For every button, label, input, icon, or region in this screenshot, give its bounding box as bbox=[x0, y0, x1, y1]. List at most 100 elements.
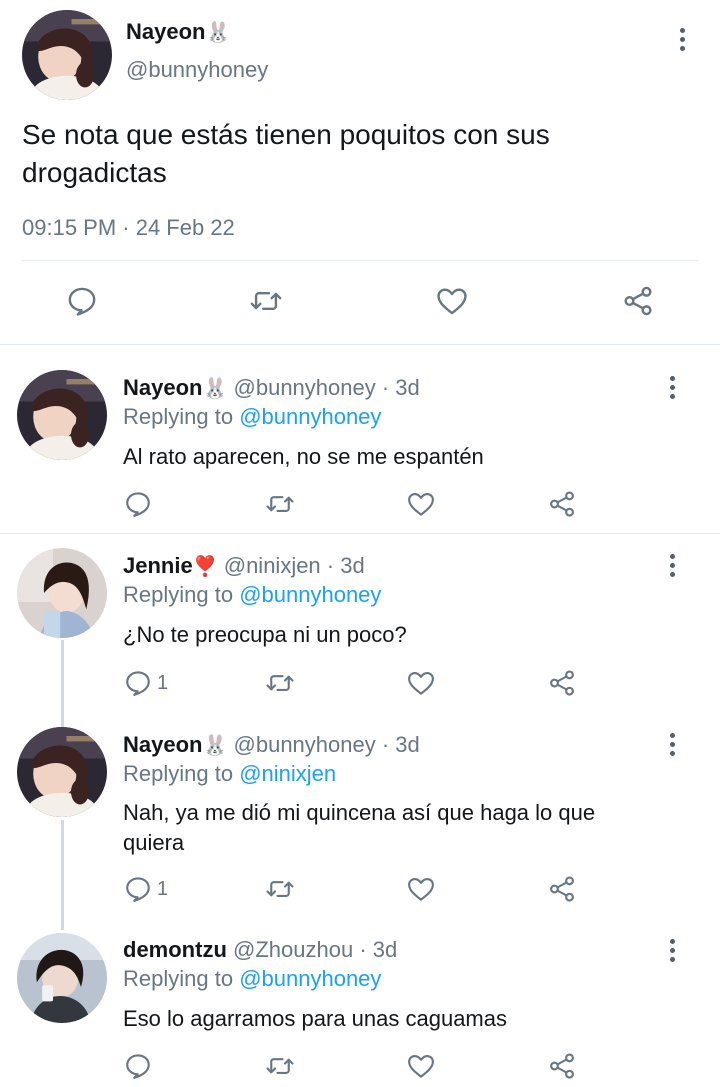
share-icon bbox=[547, 668, 577, 698]
avatar[interactable] bbox=[17, 548, 107, 638]
replying-to-link[interactable]: @ninixjen bbox=[239, 761, 336, 786]
avatar[interactable] bbox=[17, 933, 107, 1023]
author-handle[interactable]: @bunnyhoney bbox=[234, 375, 376, 400]
retweet-icon bbox=[265, 1051, 295, 1081]
bunny-emoji-icon: 🐰 bbox=[202, 733, 228, 757]
author-name[interactable]: Nayeon bbox=[123, 375, 202, 400]
retweet-button[interactable] bbox=[265, 874, 295, 904]
replying-to: Replying to @ninixjen bbox=[123, 759, 336, 789]
author-handle[interactable]: @bunnyhoney bbox=[126, 55, 268, 85]
like-button[interactable] bbox=[406, 874, 436, 904]
reply-count: 1 bbox=[157, 671, 169, 694]
replying-to: Replying to @bunnyhoney bbox=[123, 402, 381, 432]
replying-to: Replying to @bunnyhoney bbox=[123, 964, 381, 994]
replying-prefix: Replying to bbox=[123, 404, 234, 429]
author-handle[interactable]: @Zhouzhou bbox=[233, 937, 353, 962]
bunny-emoji-icon: 🐰 bbox=[202, 376, 228, 400]
tweet-timestamp: 09:15 PM · 24 Feb 22 bbox=[22, 215, 235, 240]
reply-age: · 3d bbox=[326, 553, 365, 578]
author-name[interactable]: Nayeon bbox=[123, 732, 202, 757]
tweet-text-line: Se nota que estás tienen poquitos con su… bbox=[22, 119, 550, 150]
replying-to-link[interactable]: @bunnyhoney bbox=[239, 582, 381, 607]
replying-to: Replying to @bunnyhoney bbox=[123, 580, 381, 610]
reply-age: · 3d bbox=[381, 375, 420, 400]
tweet-text-line: drogadictas bbox=[22, 157, 167, 188]
reply-button[interactable] bbox=[123, 1051, 157, 1081]
more-options-icon[interactable] bbox=[661, 373, 685, 403]
replying-prefix: Replying to bbox=[123, 582, 234, 607]
retweet-button[interactable] bbox=[265, 1051, 295, 1081]
replying-to-link[interactable]: @bunnyhoney bbox=[239, 404, 381, 429]
like-button[interactable] bbox=[406, 668, 436, 698]
reply-button[interactable]: 1 bbox=[123, 874, 168, 904]
share-button[interactable] bbox=[547, 489, 577, 519]
divider bbox=[0, 533, 720, 534]
share-button[interactable] bbox=[547, 1051, 577, 1081]
reply-text: Nah, ya me dió mi quincena así que haga … bbox=[123, 798, 595, 858]
more-options-icon[interactable] bbox=[661, 936, 685, 966]
more-options-icon[interactable] bbox=[661, 730, 685, 760]
author-name-text: Nayeon bbox=[126, 19, 206, 44]
like-icon bbox=[406, 489, 436, 519]
reply-age: · 3d bbox=[359, 937, 398, 962]
reply-button[interactable] bbox=[65, 284, 99, 318]
share-icon bbox=[547, 874, 577, 904]
reply-icon bbox=[123, 489, 153, 519]
reply-header: demontzu @Zhouzhou · 3d bbox=[123, 935, 397, 965]
like-icon bbox=[406, 874, 436, 904]
more-options-icon[interactable] bbox=[671, 25, 695, 55]
reply-text-line: Al rato aparecen, no se me espantén bbox=[123, 444, 484, 469]
reply-header: Jennie❣️ @ninixjen · 3d bbox=[123, 551, 365, 581]
reply-text-line: ¿No te preocupa ni un poco? bbox=[123, 622, 407, 647]
like-button[interactable] bbox=[406, 489, 436, 519]
retweet-button[interactable] bbox=[265, 668, 295, 698]
avatar[interactable] bbox=[22, 10, 112, 100]
thread-line bbox=[61, 640, 64, 730]
retweet-icon bbox=[249, 284, 283, 318]
reply-age: · 3d bbox=[381, 732, 420, 757]
reply-text: ¿No te preocupa ni un poco? bbox=[123, 620, 407, 650]
reply-icon bbox=[123, 1051, 153, 1081]
share-button[interactable] bbox=[547, 874, 577, 904]
reply-text-line: Nah, ya me dió mi quincena así que haga … bbox=[123, 800, 596, 825]
author-name[interactable]: demontzu bbox=[123, 937, 227, 962]
tweet-text: Se nota que estás tienen poquitos con su… bbox=[22, 116, 550, 192]
replying-prefix: Replying to bbox=[123, 761, 234, 786]
bunny-emoji-icon: 🐰 bbox=[205, 20, 231, 44]
replying-prefix: Replying to bbox=[123, 966, 234, 991]
share-button[interactable] bbox=[547, 668, 577, 698]
like-button[interactable] bbox=[406, 1051, 436, 1081]
retweet-button[interactable] bbox=[265, 489, 295, 519]
retweet-button[interactable] bbox=[249, 284, 283, 318]
like-button[interactable] bbox=[435, 284, 469, 318]
author-handle[interactable]: @ninixjen bbox=[224, 553, 321, 578]
avatar[interactable] bbox=[17, 727, 107, 817]
reply-button[interactable] bbox=[123, 489, 157, 519]
reply-button[interactable]: 1 bbox=[123, 668, 168, 698]
author-handle[interactable]: @bunnyhoney bbox=[234, 732, 376, 757]
share-icon bbox=[547, 1051, 577, 1081]
reply-count: 1 bbox=[157, 877, 169, 900]
avatar[interactable] bbox=[17, 370, 107, 460]
reply-text: Al rato aparecen, no se me espantén bbox=[123, 442, 484, 472]
author-name[interactable]: Jennie bbox=[123, 553, 193, 578]
like-icon bbox=[435, 284, 469, 318]
retweet-icon bbox=[265, 489, 295, 519]
author-name[interactable]: Nayeon🐰 bbox=[126, 17, 230, 47]
reply-text-line: quiera bbox=[123, 830, 185, 855]
reply-icon bbox=[65, 284, 99, 318]
replying-to-link[interactable]: @bunnyhoney bbox=[239, 966, 381, 991]
divider bbox=[22, 260, 698, 261]
share-button[interactable] bbox=[621, 284, 655, 318]
share-icon bbox=[621, 284, 655, 318]
thread-line bbox=[61, 820, 64, 930]
reply-icon bbox=[123, 874, 153, 904]
retweet-icon bbox=[265, 874, 295, 904]
divider bbox=[0, 344, 720, 345]
more-options-icon[interactable] bbox=[661, 551, 685, 581]
reply-text-line: Eso lo agarramos para unas caguamas bbox=[123, 1006, 507, 1031]
reply-text: Eso lo agarramos para unas caguamas bbox=[123, 1004, 507, 1034]
retweet-icon bbox=[265, 668, 295, 698]
like-icon bbox=[406, 668, 436, 698]
reply-header: Nayeon🐰 @bunnyhoney · 3d bbox=[123, 373, 420, 403]
